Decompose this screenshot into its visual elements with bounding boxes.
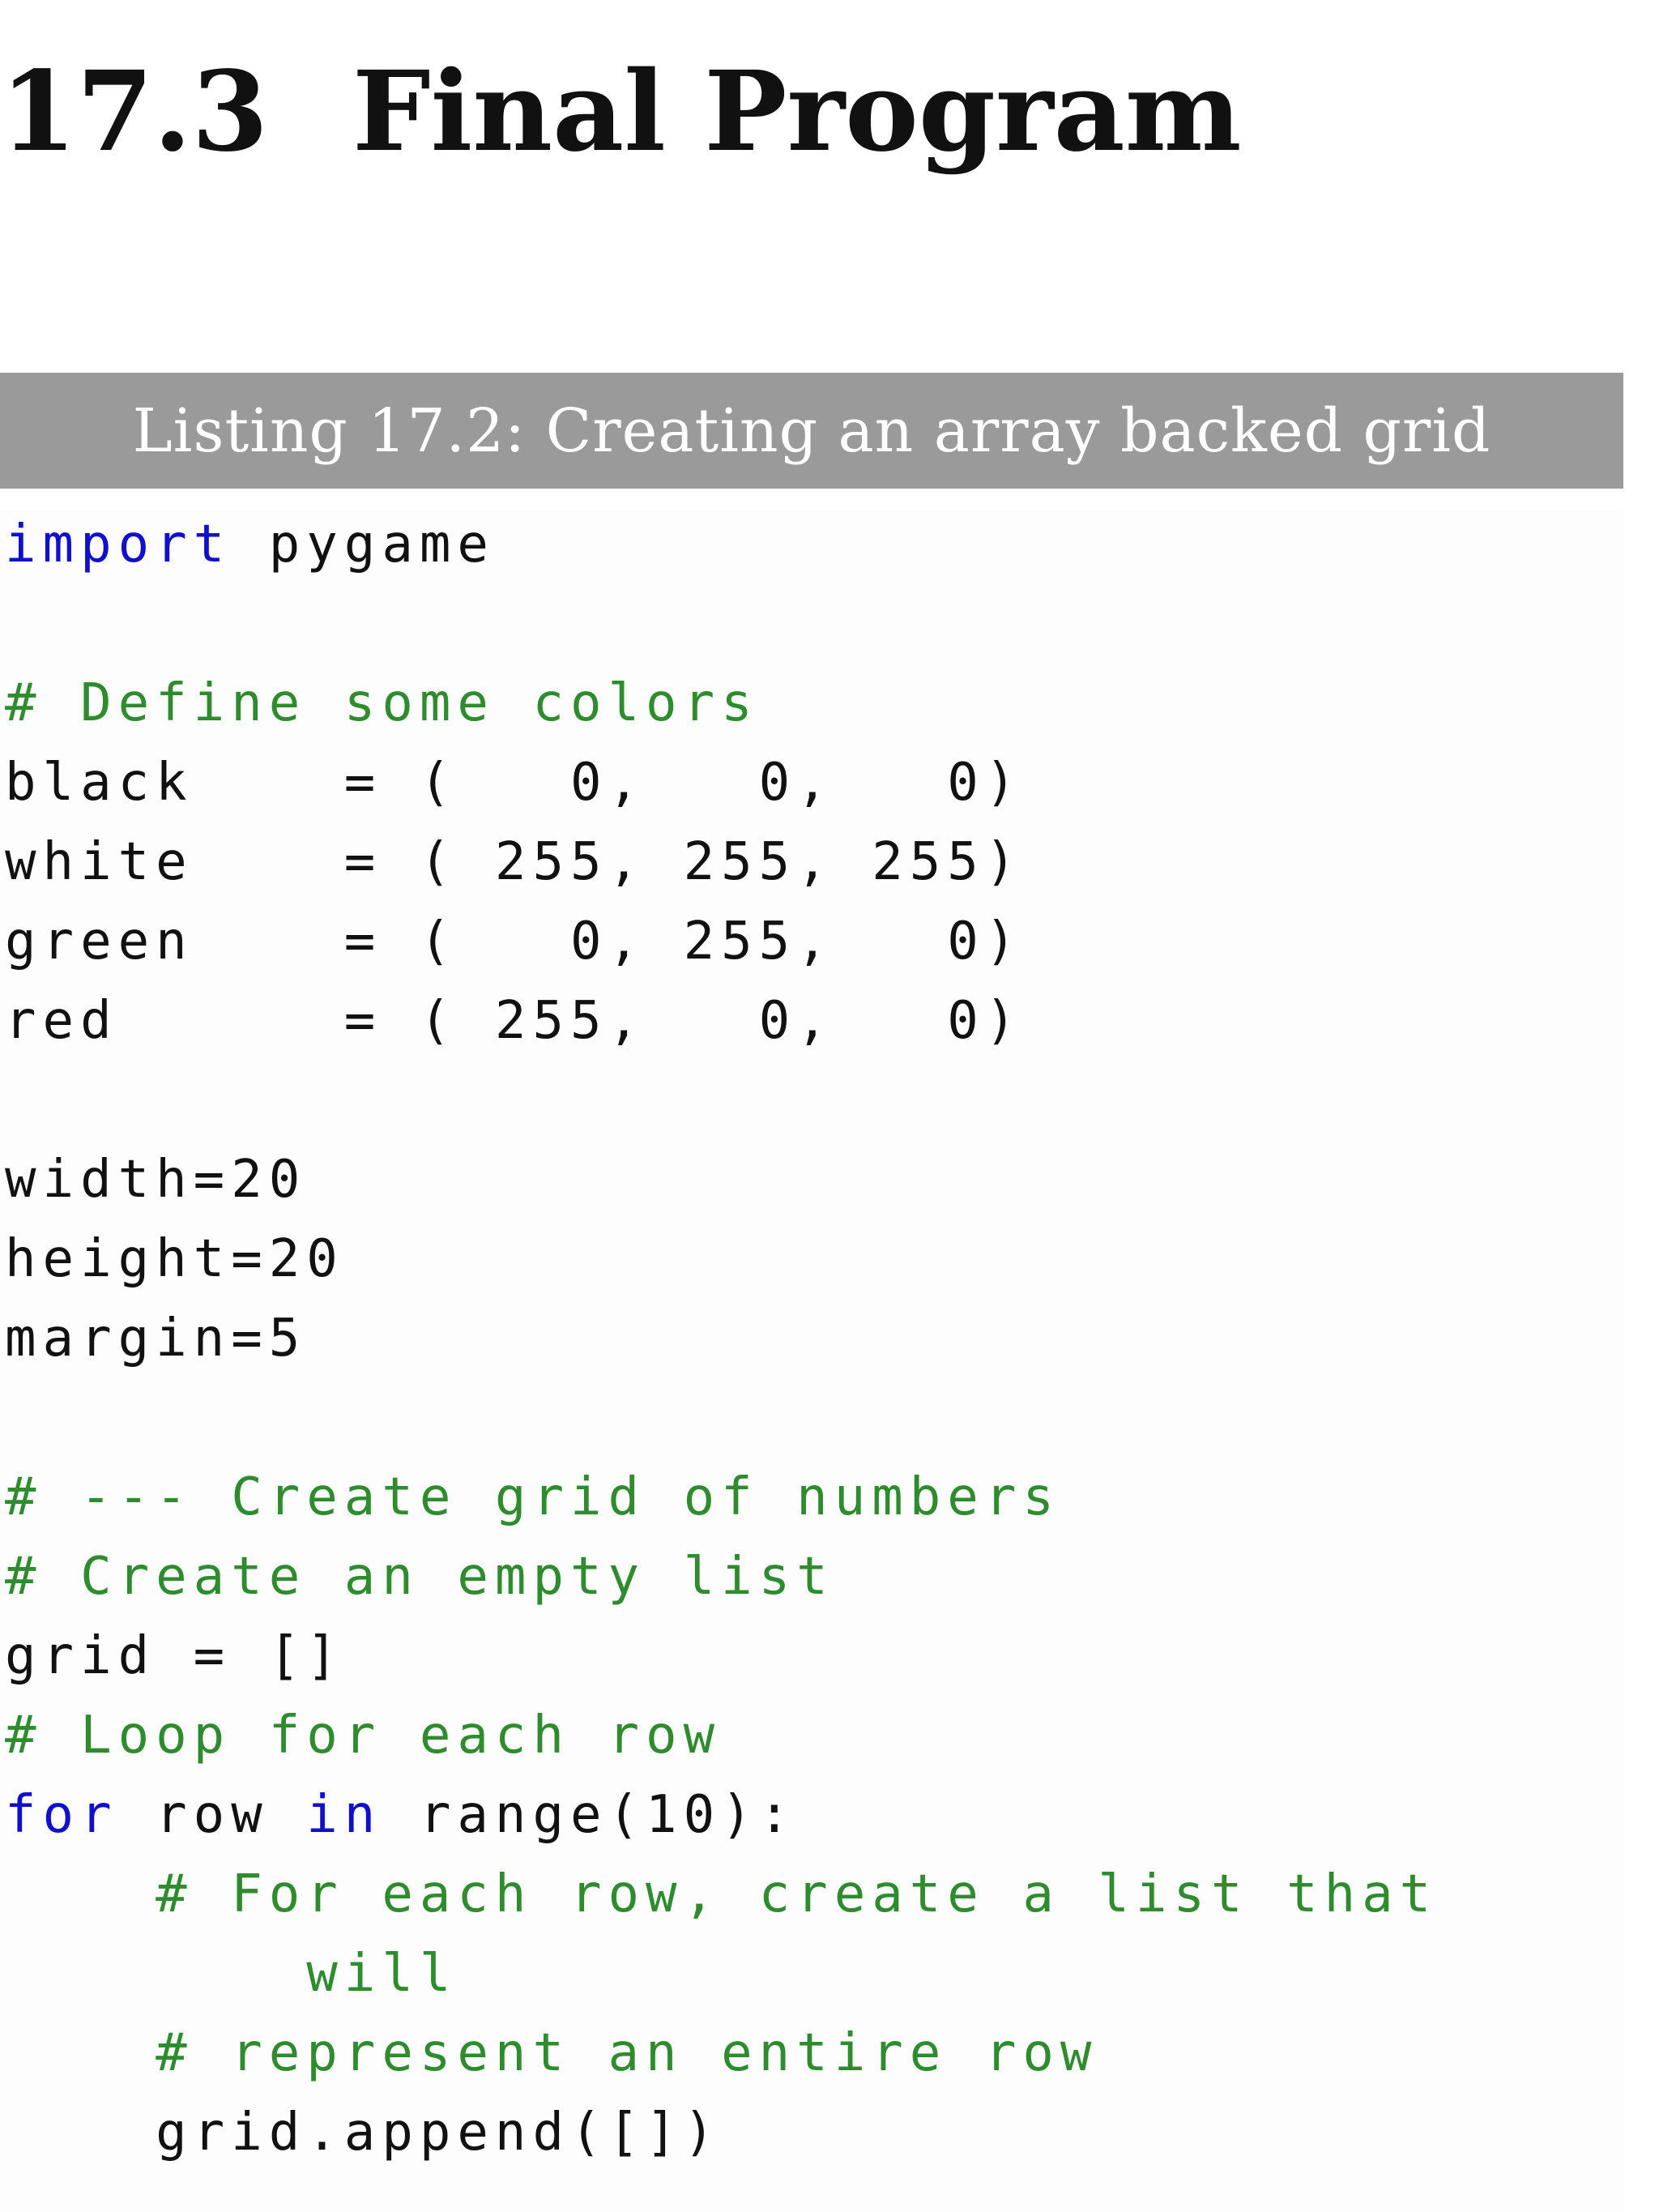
code-line-import: import pygame [5, 519, 495, 570]
code-text: range(10): [382, 1785, 797, 1845]
listing-caption: Listing 17.2: Creating an array backed g… [132, 395, 1491, 466]
keyword-import: import [5, 515, 232, 574]
keyword-in: in [306, 1785, 382, 1845]
code-comment: # --- Create grid of numbers [5, 1467, 1060, 1527]
code-line-black: black = ( 0, 0, 0) [5, 753, 1023, 813]
section-title: Final Program [352, 47, 1242, 177]
section-number: 17.3 [0, 47, 269, 177]
code-line-height: height=20 [5, 1229, 344, 1289]
listing-caption-bar: Listing 17.2: Creating an array backed g… [0, 373, 1623, 489]
code-text: pygame [231, 515, 495, 574]
code-line-grid-init: grid = [] [5, 1626, 344, 1686]
code-comment: # represent an entire row [5, 2023, 1098, 2083]
code-line-for-loop: for row in range(10): [5, 1789, 796, 1841]
code-comment: # Loop for each row [5, 1706, 722, 1766]
keyword-for: for [5, 1785, 118, 1845]
code-listing: import pygame # Define some colors black… [0, 510, 1623, 2212]
code-comment: # Create an empty list [5, 1547, 834, 1607]
code-line-width: width=20 [5, 1150, 307, 1210]
code-line-red: red = ( 255, 0, 0) [5, 991, 1023, 1051]
code-line-margin: margin=5 [5, 1309, 307, 1369]
code-comment: # For each row, create a list that [5, 1864, 1438, 1924]
code-comment: # Define some colors [5, 673, 759, 733]
section-heading: 17.3 Final Program [0, 57, 1242, 167]
code-line-append: grid.append([]) [5, 2103, 722, 2163]
code-text: row [117, 1785, 307, 1845]
code-line-white: white = ( 255, 255, 255) [5, 832, 1023, 892]
code-comment-continuation: will [5, 1944, 458, 2004]
code-line-green: green = ( 0, 255, 0) [5, 912, 1023, 971]
